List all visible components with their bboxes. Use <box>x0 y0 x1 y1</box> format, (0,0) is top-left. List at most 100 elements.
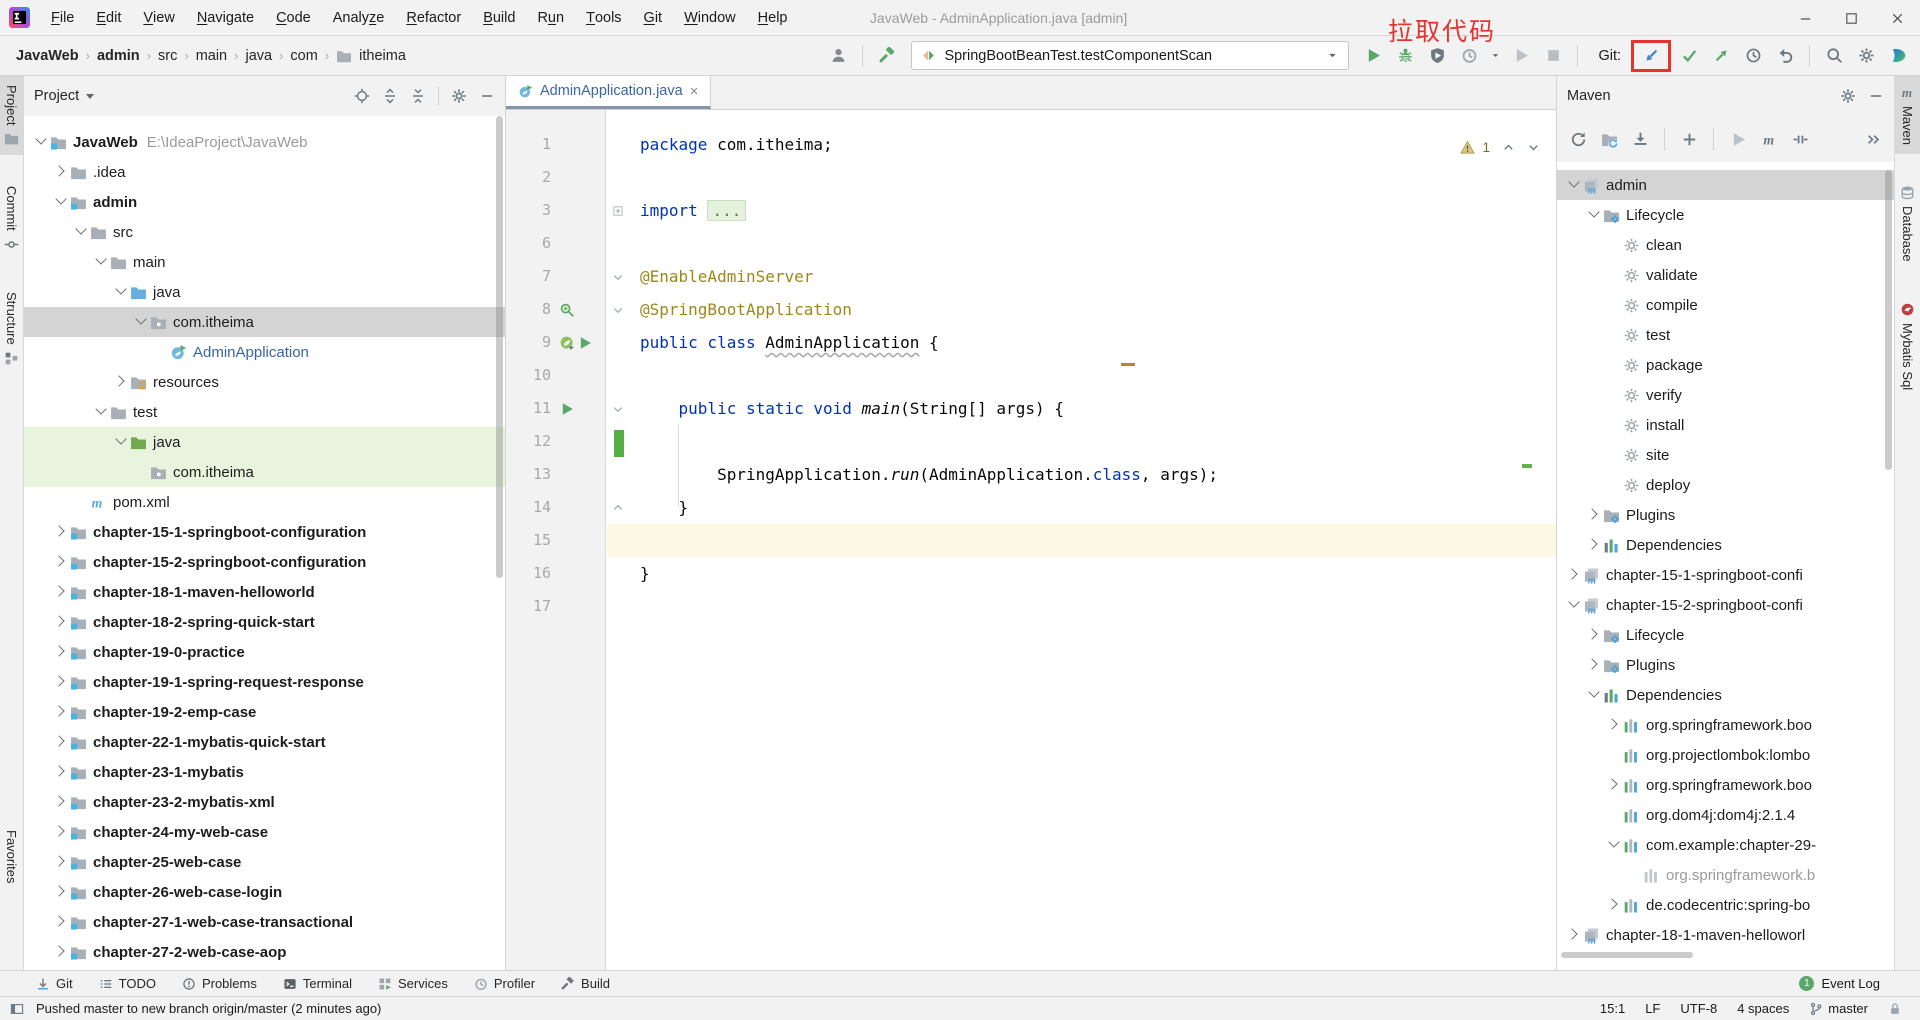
menu-code[interactable]: Code <box>265 0 322 35</box>
breadcrumb-src[interactable]: src <box>158 48 177 64</box>
code-line-16[interactable]: 16} <box>506 557 1556 590</box>
maven-generate-sources-button[interactable] <box>1596 126 1622 152</box>
breadcrumb-javaweb[interactable]: JavaWeb <box>16 48 79 64</box>
project-item-chapter-18-2-spring-quick-start[interactable]: chapter-18-2-spring-quick-start <box>24 607 505 637</box>
spring-find-icon[interactable] <box>559 302 575 318</box>
chevron-collapsed-icon[interactable] <box>52 763 70 781</box>
menu-git[interactable]: Git <box>633 0 674 35</box>
file-encoding[interactable]: UTF-8 <box>1680 1001 1717 1016</box>
project-item-chapter-15-1-springboot-configuration[interactable]: chapter-15-1-springboot-configuration <box>24 517 505 547</box>
breadcrumb-main[interactable]: main <box>196 48 227 64</box>
maven-item-lifecycle[interactable]: Lifecycle <box>1557 200 1894 230</box>
maven-item-admin[interactable]: madmin <box>1557 170 1894 200</box>
code-line-1[interactable]: 1package com.itheima; <box>506 128 1556 161</box>
next-warning-icon[interactable] <box>1527 141 1540 154</box>
run-icon[interactable] <box>559 401 575 417</box>
project-item-chapter-19-0-practice[interactable]: chapter-19-0-practice <box>24 637 505 667</box>
code-line-14[interactable]: 14 } <box>506 491 1556 524</box>
git-update-project-button[interactable] <box>1640 45 1662 67</box>
menu-file[interactable]: File <box>40 0 85 35</box>
menu-view[interactable]: View <box>132 0 185 35</box>
chevron-expanded-icon[interactable] <box>132 313 150 331</box>
chevron-collapsed-icon[interactable] <box>1565 566 1583 584</box>
project-item-chapter-19-1-spring-request-response[interactable]: chapter-19-1-spring-request-response <box>24 667 505 697</box>
chevron-expanded-icon[interactable] <box>72 223 90 241</box>
breadcrumb-com[interactable]: com <box>290 48 317 64</box>
project-item-com-itheima[interactable]: com.itheima <box>24 307 505 337</box>
chevron-expanded-icon[interactable] <box>52 193 70 211</box>
user-account-button[interactable] <box>824 42 852 70</box>
chevron-collapsed-icon[interactable] <box>112 373 130 391</box>
project-item-javaweb[interactable]: JavaWebE:\IdeaProject\JavaWeb <box>24 127 505 157</box>
git-push-button[interactable] <box>1707 42 1735 70</box>
project-item-adminapplication[interactable]: AdminApplication <box>24 337 505 367</box>
menu-help[interactable]: Help <box>747 0 799 35</box>
settings-button[interactable] <box>1852 42 1880 70</box>
chevron-collapsed-icon[interactable] <box>52 913 70 931</box>
code-line-7[interactable]: 7@EnableAdminServer <box>506 260 1556 293</box>
maven-add-button[interactable] <box>1676 126 1702 152</box>
tool-tab-git[interactable]: Git <box>36 976 73 991</box>
chevron-collapsed-icon[interactable] <box>52 673 70 691</box>
chevron-expanded-icon[interactable] <box>1585 206 1603 224</box>
project-item-chapter-23-2-mybatis-xml[interactable]: chapter-23-2-mybatis-xml <box>24 787 505 817</box>
fold-marker-icon[interactable] <box>612 205 624 217</box>
git-commit-button[interactable] <box>1675 42 1703 70</box>
maven-item-com-example-chapter-29-[interactable]: com.example:chapter-29- <box>1557 830 1894 860</box>
maximize-button[interactable] <box>1828 0 1874 36</box>
code-line-2[interactable]: 2 <box>506 161 1556 194</box>
project-item-java[interactable]: java <box>24 427 505 457</box>
menu-edit[interactable]: Edit <box>85 0 132 35</box>
maven-item-plugins[interactable]: Plugins <box>1557 500 1894 530</box>
project-item-src[interactable]: src <box>24 217 505 247</box>
maven-item-dependencies[interactable]: Dependencies <box>1557 530 1894 560</box>
line-ending[interactable]: LF <box>1645 1001 1660 1016</box>
maven-item-package[interactable]: package <box>1557 350 1894 380</box>
code-line-11[interactable]: 11 public static void main(String[] args… <box>506 392 1556 425</box>
project-item-chapter-23-1-mybatis[interactable]: chapter-23-1-mybatis <box>24 757 505 787</box>
chevron-collapsed-icon[interactable] <box>1585 656 1603 674</box>
tool-tab-commit[interactable]: Commit <box>0 177 23 261</box>
project-item-com-itheima[interactable]: com.itheima <box>24 457 505 487</box>
chevron-collapsed-icon[interactable] <box>52 793 70 811</box>
previous-warning-icon[interactable] <box>1502 141 1515 154</box>
chevron-collapsed-icon[interactable] <box>1585 506 1603 524</box>
code-line-13[interactable]: 13 SpringApplication.run(AdminApplicatio… <box>506 458 1556 491</box>
tool-tab-todo[interactable]: TODO <box>99 976 156 991</box>
maven-reload-button[interactable] <box>1565 126 1591 152</box>
maven-item-org-springframework-boo[interactable]: org.springframework.boo <box>1557 710 1894 740</box>
menu-analyze[interactable]: Analyze <box>322 0 396 35</box>
run-icon[interactable] <box>577 335 593 351</box>
menu-window[interactable]: Window <box>673 0 747 35</box>
expand-all-icon[interactable] <box>382 88 398 104</box>
code-line-3[interactable]: 3import ... <box>506 194 1556 227</box>
chevron-collapsed-icon[interactable] <box>52 853 70 871</box>
breadcrumb-admin[interactable]: admin <box>97 48 140 64</box>
chevron-expanded-icon[interactable] <box>1565 176 1583 194</box>
git-history-button[interactable] <box>1739 42 1767 70</box>
maven-item-install[interactable]: install <box>1557 410 1894 440</box>
project-item-chapter-19-2-emp-case[interactable]: chapter-19-2-emp-case <box>24 697 505 727</box>
chevron-expanded-icon[interactable] <box>92 403 110 421</box>
chevron-collapsed-icon[interactable] <box>52 643 70 661</box>
project-item-java[interactable]: java <box>24 277 505 307</box>
spring-bean-icon[interactable] <box>559 335 575 351</box>
maven-item-org-dom4j-dom4j-2-1-4[interactable]: org.dom4j:dom4j:2.1.4 <box>1557 800 1894 830</box>
project-item-chapter-26-web-case-login[interactable]: chapter-26-web-case-login <box>24 877 505 907</box>
gear-icon[interactable] <box>1840 88 1856 104</box>
chevron-expanded-icon[interactable] <box>1565 596 1583 614</box>
tool-tab-profiler[interactable]: Profiler <box>474 976 535 991</box>
git-rollback-button[interactable] <box>1771 42 1799 70</box>
project-item--idea[interactable]: .idea <box>24 157 505 187</box>
tool-tab-mybatis-sql[interactable]: Mybatis Sql <box>1895 293 1920 399</box>
menu-refactor[interactable]: Refactor <box>395 0 472 35</box>
close-tab-icon[interactable]: × <box>690 84 699 99</box>
close-button[interactable] <box>1874 0 1920 36</box>
project-item-chapter-27-1-web-case-transactional[interactable]: chapter-27-1-web-case-transactional <box>24 907 505 937</box>
maven-item-lifecycle[interactable]: Lifecycle <box>1557 620 1894 650</box>
run-disabled-button[interactable] <box>1507 42 1535 70</box>
plugin-logo-button[interactable] <box>1884 42 1912 70</box>
tool-tab-build[interactable]: Build <box>561 976 610 991</box>
tool-tab-structure[interactable]: Structure <box>0 283 23 375</box>
maven-skip-tests-button[interactable] <box>1787 126 1813 152</box>
